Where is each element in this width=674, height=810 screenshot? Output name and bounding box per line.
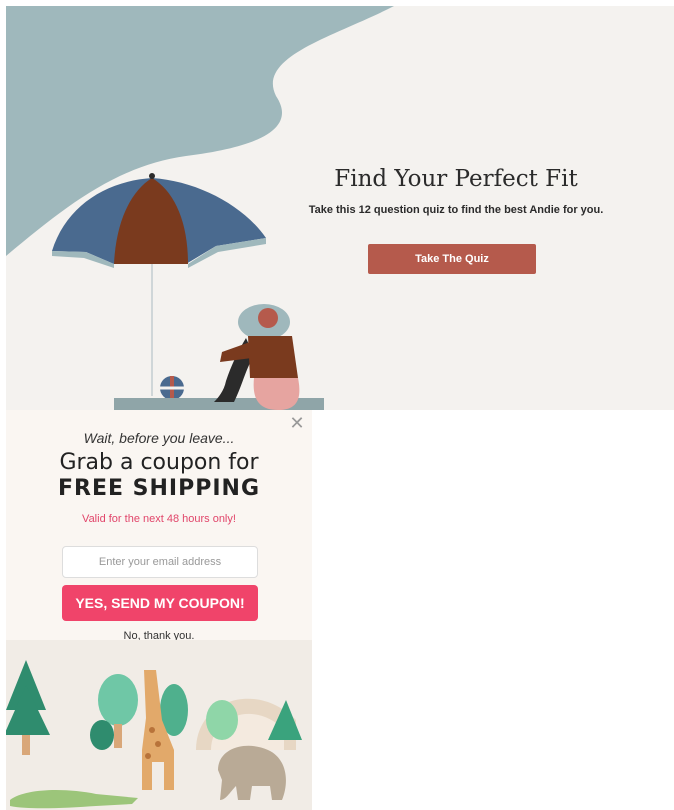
toy-animals-illustration (6, 640, 312, 810)
hero-title: Find Your Perfect Fit (334, 166, 578, 192)
popup-headline-strong: FREE SHIPPING (57, 476, 261, 501)
hero-subtitle: Take this 12 question quiz to find the b… (308, 204, 604, 216)
popup-headline: Grab a coupon for (59, 450, 259, 475)
validity-note: Valid for the next 48 hours only! (82, 513, 236, 525)
take-quiz-button[interactable]: Take The Quiz (368, 244, 536, 274)
coupon-popup: ✕ Wait, before you leave... Grab a coupo… (6, 410, 312, 810)
hero-banner: Find Your Perfect Fit Take this 12 quest… (6, 6, 674, 410)
popup-pretext: Wait, before you leave... (83, 430, 235, 446)
email-field[interactable] (62, 546, 258, 578)
send-coupon-button[interactable]: YES, SEND MY COUPON! (62, 585, 258, 621)
